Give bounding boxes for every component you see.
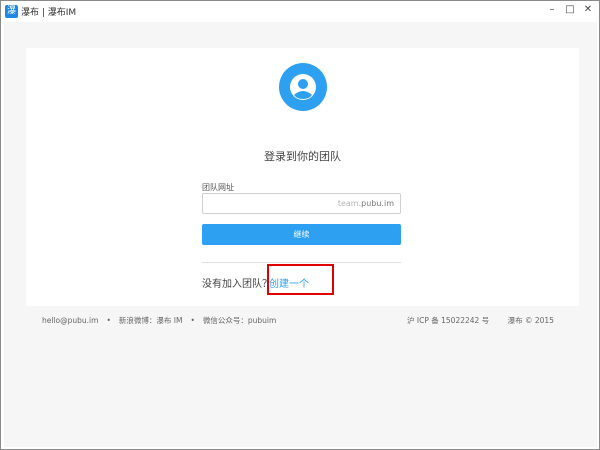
continue-button[interactable]: 继续 <box>202 224 401 245</box>
no-team-text: 没有加入团队？ <box>202 279 272 290</box>
domain-suffix-text: .pubu.im <box>358 199 394 208</box>
domain-placeholder: team <box>337 199 359 208</box>
main-content: 登录到你的团队 团队网址 team.pubu.im 继续 没有加入团队？ 创建一… <box>4 22 597 447</box>
domain-suffix: team.pubu.im <box>338 199 394 208</box>
close-button[interactable]: ✕ <box>580 3 596 17</box>
footer-icp-link[interactable]: 沪 ICP 备 15022242 号 <box>407 316 489 325</box>
footer-separator: • <box>106 316 111 325</box>
footer-left: hello@pubu.im • 新浪微博：瀑布 IM • 微信公众号：pubuim <box>42 315 276 326</box>
title-bar[interactable]: 瀑 瀑布 | 瀑布IM – □ ✕ <box>1 1 599 21</box>
footer-weibo-link[interactable]: 新浪微博：瀑布 IM <box>119 316 183 325</box>
user-avatar-icon <box>279 63 327 111</box>
footer-right: 沪 ICP 备 15022242 号 瀑布 © 2015 <box>407 315 554 326</box>
app-logo-icon: 瀑 <box>5 4 18 18</box>
login-heading: 登录到你的团队 <box>264 150 341 163</box>
footer-spacer <box>497 316 499 325</box>
login-card: 登录到你的团队 团队网址 team.pubu.im 继续 没有加入团队？ 创建一… <box>26 48 579 306</box>
team-url-input[interactable] <box>207 196 331 213</box>
footer-separator: • <box>190 316 195 325</box>
window-title: 瀑布 | 瀑布IM <box>21 7 77 18</box>
footer-email-link[interactable]: hello@pubu.im <box>42 316 98 325</box>
team-url-label: 团队网址 <box>202 183 234 192</box>
app-window: 瀑 瀑布 | 瀑布IM – □ ✕ 登录到你的团队 团队网址 team.pubu… <box>0 0 600 450</box>
maximize-button[interactable]: □ <box>562 3 578 17</box>
footer-wechat-text: 微信公众号：pubuim <box>202 316 277 325</box>
team-url-field[interactable]: team.pubu.im <box>202 193 401 214</box>
divider <box>202 262 401 263</box>
highlight-annotation-box <box>267 264 334 295</box>
footer-copyright: 瀑布 © 2015 <box>507 316 554 325</box>
window-controls: – □ ✕ <box>544 3 596 17</box>
minimize-button[interactable]: – <box>544 3 560 17</box>
